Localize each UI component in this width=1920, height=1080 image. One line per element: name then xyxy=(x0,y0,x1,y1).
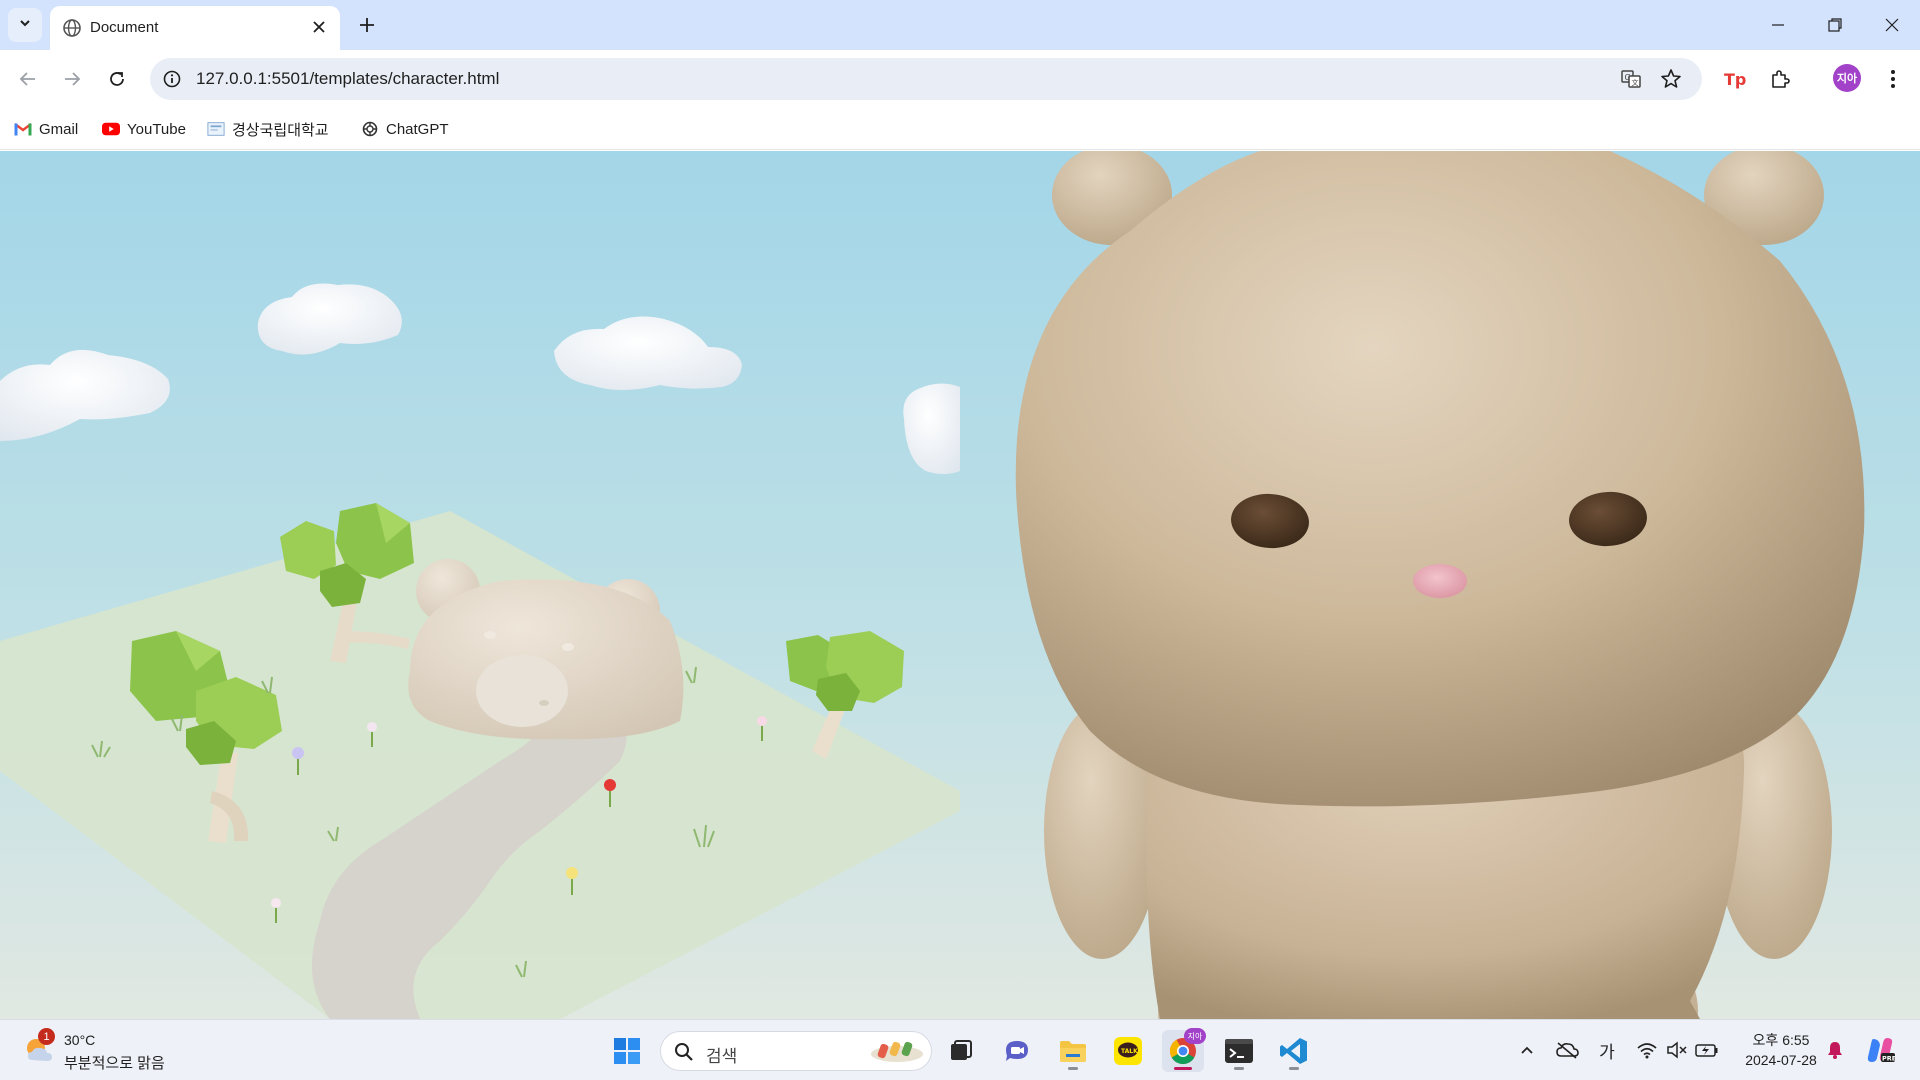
terminal-button[interactable] xyxy=(1218,1030,1260,1072)
browser-toolbar: 127.0.0.1:5501/templates/character.html … xyxy=(0,50,1920,108)
gmail-icon xyxy=(14,120,32,138)
page-viewport[interactable] xyxy=(0,151,1920,1019)
globe-icon xyxy=(62,18,82,38)
bookmark-label: 경상국립대학교 xyxy=(232,121,329,139)
url-text[interactable]: 127.0.0.1:5501/templates/character.html xyxy=(196,69,499,89)
more-menu-icon[interactable] xyxy=(1876,62,1910,96)
active-indicator xyxy=(1174,1067,1192,1070)
volume-muted-icon[interactable] xyxy=(1662,1035,1692,1065)
taskbar-search-box[interactable]: 검색 xyxy=(660,1031,932,1071)
bookmark-label: ChatGPT xyxy=(386,120,449,138)
bookmark-youtube[interactable]: YouTube xyxy=(102,116,186,142)
search-placeholder: 검색 xyxy=(706,1047,738,1066)
restore-button[interactable] xyxy=(1806,0,1863,50)
kakaotalk-icon: TALK xyxy=(1114,1037,1142,1065)
minimize-button[interactable] xyxy=(1749,0,1806,50)
bookmarks-bar: Gmail YouTube 경상국립대학교 ChatGPT xyxy=(0,108,1920,150)
battery-charging-icon[interactable] xyxy=(1692,1035,1722,1065)
weather-widget[interactable]: 1 30°C 부분적으로 맑음 xyxy=(22,1028,192,1074)
back-button[interactable] xyxy=(11,62,45,96)
bear-head xyxy=(1015,151,1865,807)
address-bar[interactable]: 127.0.0.1:5501/templates/character.html … xyxy=(150,58,1702,100)
new-tab-button[interactable] xyxy=(352,10,382,40)
running-indicator xyxy=(1289,1067,1299,1070)
weather-description: 부분적으로 맑음 xyxy=(64,1055,165,1072)
site-info-icon[interactable] xyxy=(160,67,184,91)
folder-icon xyxy=(1060,1041,1086,1062)
svg-text:Tp: Tp xyxy=(1724,70,1746,89)
extensions-puzzle-icon[interactable] xyxy=(1763,62,1797,96)
profile-avatar[interactable]: 지아 xyxy=(1833,64,1861,92)
terminal-icon xyxy=(1225,1039,1253,1063)
scene-canvas[interactable] xyxy=(0,151,1920,1019)
translate-icon[interactable]: G文 xyxy=(1618,66,1644,92)
weather-alert-badge: 1 xyxy=(38,1028,55,1045)
tab-search-button[interactable] xyxy=(8,8,42,42)
chat-icon xyxy=(1006,1041,1028,1061)
ime-indicator[interactable]: 가 xyxy=(1592,1035,1622,1065)
notification-bell-icon[interactable] xyxy=(1820,1035,1850,1065)
small-bear-house xyxy=(408,559,684,740)
university-icon xyxy=(207,120,225,138)
tab-close-icon[interactable] xyxy=(308,16,330,38)
windows-taskbar: 1 30°C 부분적으로 맑음 검색 TALK 지아 가 오후 6:55 202… xyxy=(0,1019,1920,1080)
bookmark-chatgpt[interactable]: ChatGPT xyxy=(361,116,449,142)
svg-text:PRE: PRE xyxy=(1882,1055,1895,1063)
search-icon xyxy=(675,1043,693,1061)
browser-tab-strip: Document xyxy=(0,0,1920,50)
bookmark-label: Gmail xyxy=(39,120,79,138)
svg-text:TALK: TALK xyxy=(1121,1048,1138,1055)
tab-title: Document xyxy=(90,19,159,36)
clock-date: 2024-07-28 xyxy=(1745,1052,1817,1068)
tp-extension-icon[interactable]: Tp xyxy=(1717,62,1751,96)
task-view-icon xyxy=(951,1040,972,1060)
weather-temperature: 30°C xyxy=(64,1032,96,1048)
vscode-icon xyxy=(1280,1038,1307,1064)
youtube-icon xyxy=(102,120,120,138)
chevron-down-icon xyxy=(18,16,32,35)
running-indicator xyxy=(1234,1067,1244,1070)
reload-button[interactable] xyxy=(100,62,134,96)
running-indicator xyxy=(1068,1067,1078,1070)
onedrive-offline-icon[interactable] xyxy=(1552,1035,1582,1065)
chrome-profile-badge: 지아 xyxy=(1184,1028,1206,1044)
file-explorer-button[interactable] xyxy=(1052,1030,1094,1072)
bookmark-university[interactable]: 경상국립대학교 xyxy=(207,116,329,142)
bear-nose xyxy=(1413,564,1467,598)
close-window-button[interactable] xyxy=(1863,0,1920,50)
copilot-icon[interactable]: PRE xyxy=(1862,1035,1898,1065)
bookmark-star-icon[interactable] xyxy=(1658,66,1684,92)
windows-logo-icon xyxy=(614,1038,640,1064)
start-button[interactable] xyxy=(606,1030,648,1072)
bookmark-label: YouTube xyxy=(127,120,186,138)
vscode-button[interactable] xyxy=(1273,1030,1315,1072)
bear-character[interactable] xyxy=(1015,151,1865,1019)
wifi-icon[interactable] xyxy=(1632,1035,1662,1065)
chatgpt-icon xyxy=(361,120,379,138)
task-view-button[interactable] xyxy=(940,1030,982,1072)
system-clock[interactable]: 오후 6:55 2024-07-28 xyxy=(1736,1030,1826,1070)
search-highlight-icon xyxy=(871,1041,923,1062)
bookmark-gmail[interactable]: Gmail xyxy=(14,116,78,142)
tray-overflow-chevron-icon[interactable] xyxy=(1512,1035,1542,1065)
chrome-button[interactable]: 지아 xyxy=(1162,1028,1206,1072)
clock-time: 오후 6:55 xyxy=(1752,1032,1810,1048)
forward-button[interactable] xyxy=(55,62,89,96)
browser-tab[interactable]: Document xyxy=(50,6,340,50)
kakaotalk-button[interactable]: TALK xyxy=(1107,1030,1149,1072)
svg-text:文: 文 xyxy=(1632,78,1639,87)
teams-chat-button[interactable] xyxy=(996,1030,1038,1072)
